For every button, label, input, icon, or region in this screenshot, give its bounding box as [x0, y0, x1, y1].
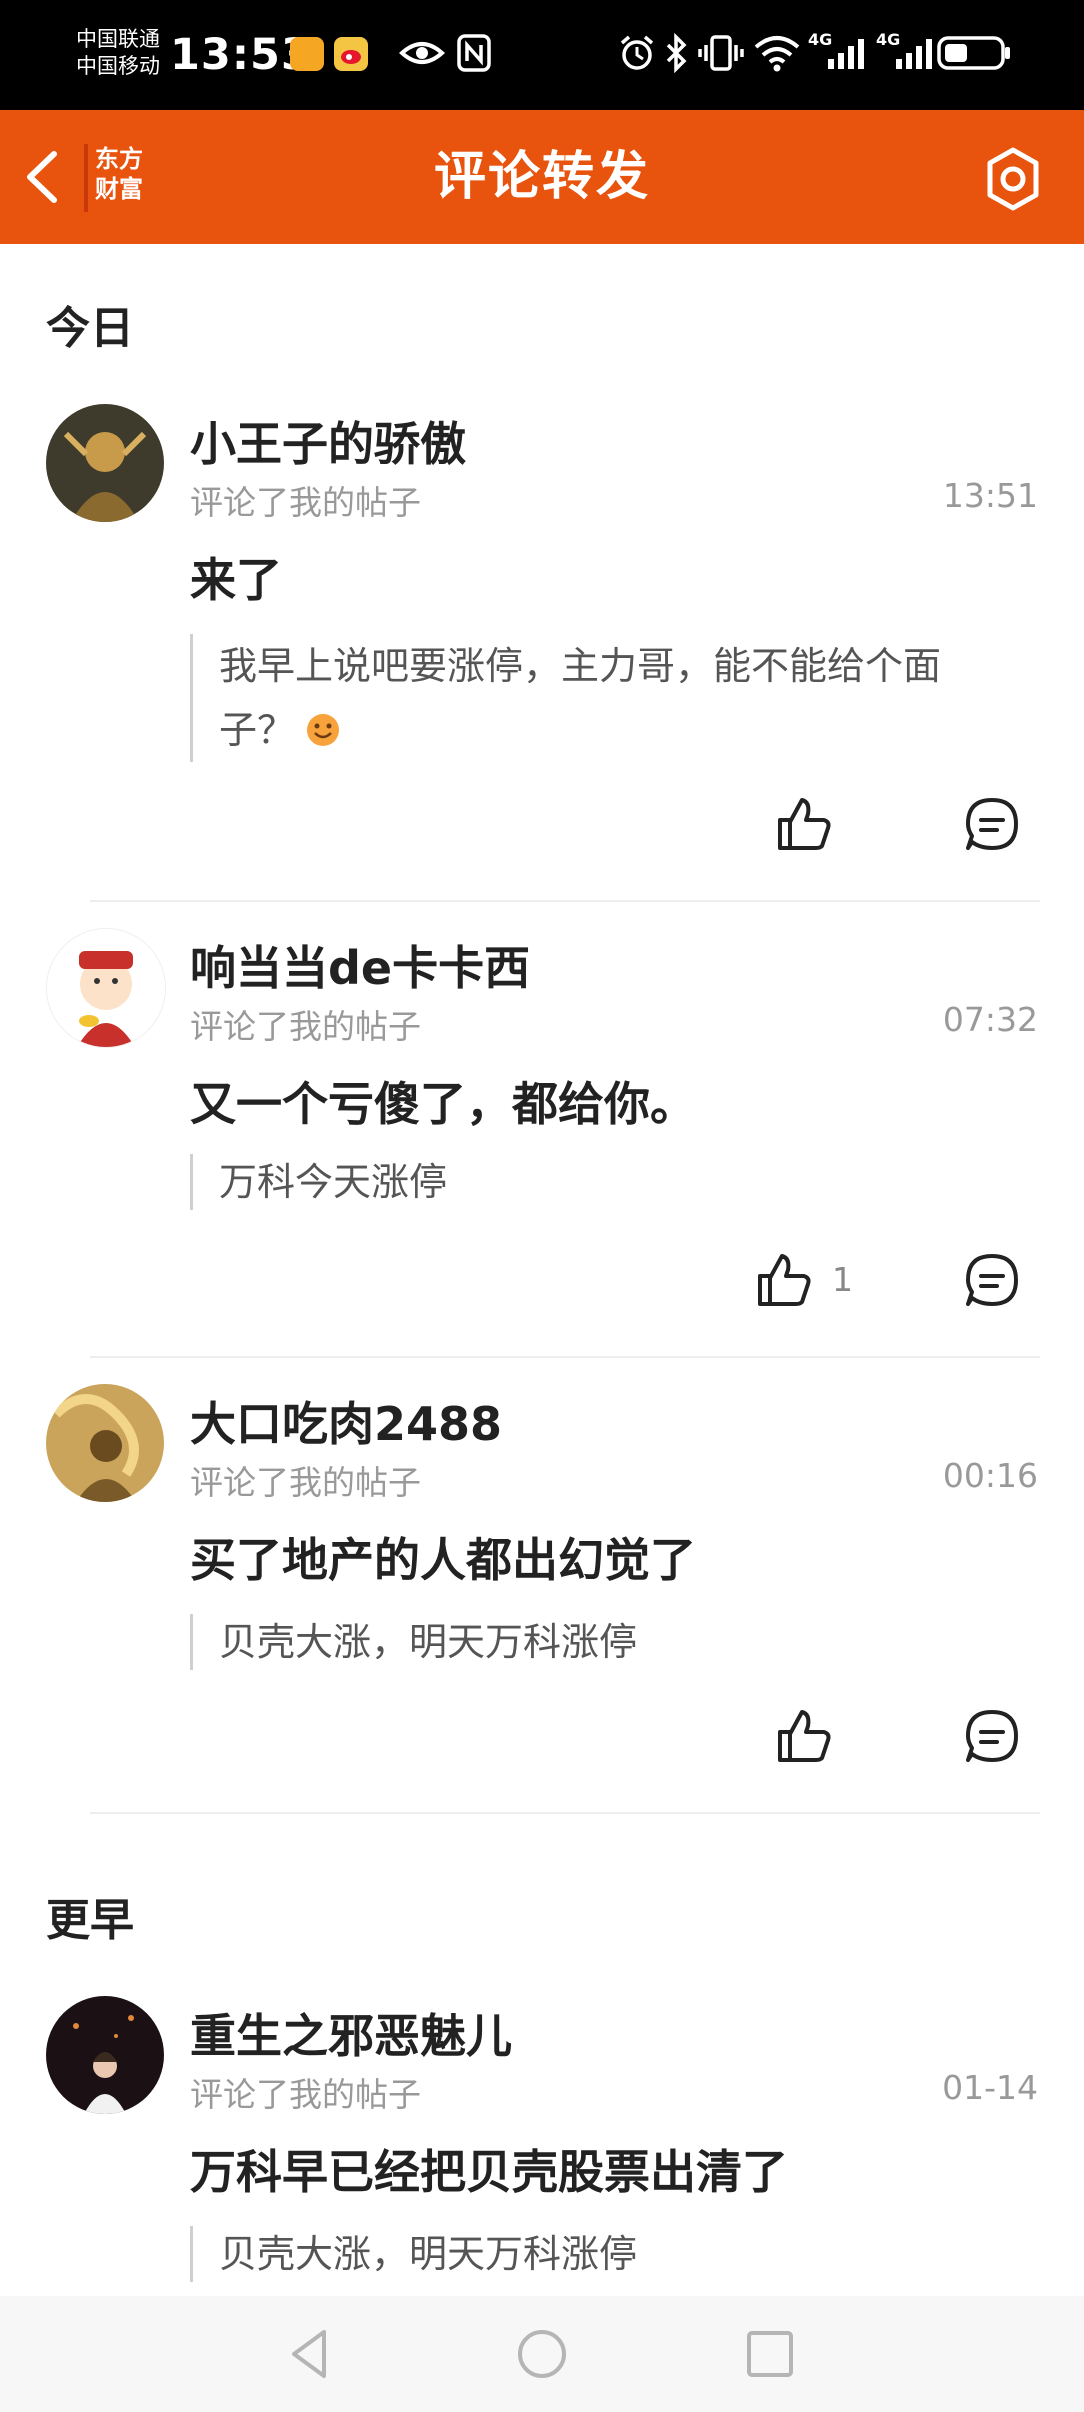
avatar[interactable]: [46, 1384, 164, 1502]
page-title: 评论转发: [433, 147, 650, 207]
comment-text: 万科早已经把贝壳股票出清了: [190, 2145, 788, 2199]
like-count: 1: [832, 1260, 853, 1299]
quoted-post[interactable]: 贝壳大涨，明天万科涨停: [190, 2226, 1039, 2282]
quoted-post-line-1: 万科今天涨停: [219, 1160, 448, 1204]
notification-item[interactable]: 响当当de卡卡西 评论了我的帖子 07:32 又一个亏傻了，都给你。 万科今天涨…: [0, 928, 1084, 1348]
weibo-notification-icon: [334, 37, 368, 71]
avatar[interactable]: [46, 928, 166, 1048]
quoted-post[interactable]: 贝壳大涨，明天万科涨停: [190, 1614, 1039, 1670]
quoted-post[interactable]: 我早上说吧要涨停，主力哥，能不能给个面 子？: [190, 634, 1039, 762]
timestamp: 01-14: [942, 2068, 1038, 2107]
app-logo: 东方 财富: [84, 144, 150, 212]
avatar[interactable]: [46, 1996, 164, 2114]
action-text: 评论了我的帖子: [190, 1463, 421, 1502]
nav-home-icon[interactable]: [512, 2324, 572, 2384]
thumbs-up-icon[interactable]: [754, 1250, 814, 1310]
section-title-today: 今日: [46, 303, 134, 354]
username[interactable]: 小王子的骄傲: [190, 408, 466, 474]
eye-icon: [399, 42, 445, 64]
comment-text: 买了地产的人都出幻觉了: [190, 1533, 696, 1587]
quoted-post[interactable]: 万科今天涨停: [190, 1154, 1039, 1210]
alarm-icon: [620, 35, 654, 70]
thumbs-up-icon[interactable]: [774, 794, 834, 854]
action-text: 评论了我的帖子: [190, 483, 421, 522]
notification-item[interactable]: 大口吃肉2488 评论了我的帖子 00:16 买了地产的人都出幻觉了 贝壳大涨，…: [0, 1384, 1084, 1784]
app-header: 东方 财富 评论转发: [0, 110, 1084, 244]
comment-text: 来了: [190, 553, 282, 607]
quoted-post-line-1: 贝壳大涨，明天万科涨停: [219, 2232, 638, 2276]
status-bar: 中国联通 中国移动 13:53 4G 4G: [0, 0, 1084, 110]
back-arrow-icon[interactable]: [18, 146, 68, 208]
carrier-1: 中国联通: [76, 27, 160, 51]
avatar[interactable]: [46, 404, 164, 522]
thumbs-up-icon[interactable]: [774, 1706, 834, 1766]
notification-app-icon: [290, 37, 324, 71]
notification-item[interactable]: 小王子的骄傲 评论了我的帖子 13:51 来了 我早上说吧要涨停，主力哥，能不能…: [0, 404, 1084, 874]
gear-icon[interactable]: [978, 144, 1048, 214]
carrier-2: 中国移动: [76, 54, 160, 78]
timestamp: 07:32: [942, 1000, 1038, 1039]
signal-icon-1: [828, 39, 864, 69]
timestamp: 13:51: [942, 476, 1038, 515]
notification-item[interactable]: 重生之邪恶魅儿 评论了我的帖子 01-14 万科早已经把贝壳股票出清了 贝壳大涨…: [0, 1996, 1084, 2296]
signal-icon-2: [896, 39, 932, 69]
section-title-earlier: 更早: [46, 1895, 134, 1946]
quoted-post-line-2: 子？: [219, 708, 296, 752]
nfc-icon: [457, 34, 491, 72]
carrier-labels: 中国联通 中国移动: [76, 26, 160, 80]
wifi-icon: [754, 36, 800, 72]
comment-bubble-icon[interactable]: [962, 1706, 1022, 1766]
action-text: 评论了我的帖子: [190, 1007, 421, 1046]
battery-icon: [937, 36, 1010, 70]
divider: [90, 900, 1040, 902]
quoted-post-line-1: 我早上说吧要涨停，主力哥，能不能给个面: [219, 644, 942, 688]
divider: [90, 1812, 1040, 1814]
vibrate-icon: [698, 35, 744, 71]
username[interactable]: 响当当de卡卡西: [190, 932, 530, 998]
comment-bubble-icon[interactable]: [962, 794, 1022, 854]
comment-text: 又一个亏傻了，都给你。: [190, 1077, 696, 1131]
bluetooth-icon: [666, 33, 687, 73]
quoted-post-line-1: 贝壳大涨，明天万科涨停: [219, 1620, 638, 1664]
username[interactable]: 重生之邪恶魅儿: [190, 2000, 512, 2066]
comment-bubble-icon[interactable]: [962, 1250, 1022, 1310]
system-nav-bar: [0, 2296, 1084, 2412]
logo-line-1: 东方: [95, 145, 143, 173]
action-text: 评论了我的帖子: [190, 2075, 421, 2114]
nav-back-icon[interactable]: [280, 2324, 340, 2384]
nav-recents-icon[interactable]: [740, 2324, 800, 2384]
smiley-emoji-icon: [307, 714, 340, 746]
username[interactable]: 大口吃肉2488: [190, 1388, 502, 1454]
divider: [90, 1356, 1040, 1358]
logo-line-2: 财富: [95, 175, 143, 203]
timestamp: 00:16: [942, 1456, 1038, 1495]
